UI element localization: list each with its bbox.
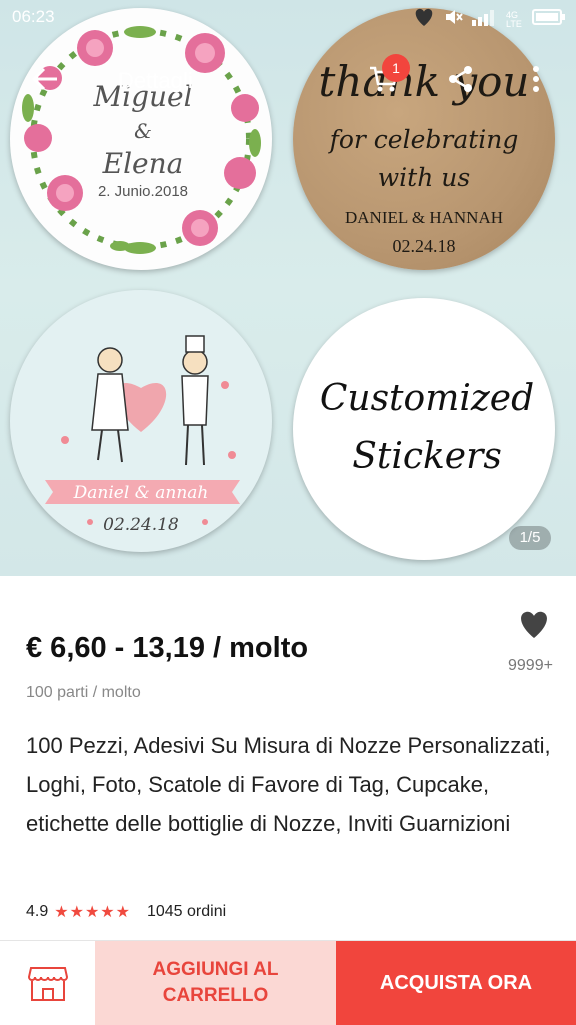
buy-now-label: ACQUISTA ORA <box>379 971 533 994</box>
status-bar: 06:23 4G LTE <box>0 0 576 34</box>
store-button[interactable] <box>0 941 95 1025</box>
sticker-image-customized: Customized Stickers <box>293 298 555 560</box>
wishlist-heart-icon[interactable] <box>516 608 552 645</box>
star-rating-icons: ★★★★★ <box>54 904 131 921</box>
sticker1-name2: Elena <box>102 147 184 180</box>
sticker2-line2: for celebrating <box>328 125 519 154</box>
signal-icon <box>472 8 498 31</box>
status-time: 06:23 <box>12 7 55 26</box>
rating-row[interactable]: 4.9 ★★★★★ 1045 ordini <box>26 902 226 922</box>
network-type-label: 4G LTE <box>506 9 522 29</box>
page-title: Dettagli <box>118 68 193 93</box>
bottom-action-bar: AGGIUNGI AL CARRELLO ACQUISTA ORA <box>0 940 576 1025</box>
sticker4-line1: Customized <box>320 378 534 419</box>
sticker-image-thank-you: thank you for celebrating with us DANIEL… <box>293 8 555 270</box>
top-app-bar: Dettagli 1 <box>0 50 576 110</box>
cart-button[interactable]: 1 <box>368 54 410 99</box>
more-options-icon[interactable] <box>530 64 542 99</box>
product-title: 100 Pezzi, Adesivi Su Misura di Nozze Pe… <box>26 733 551 836</box>
rating-value: 4.9 <box>26 903 49 920</box>
mute-icon <box>444 8 464 31</box>
gallery-page-indicator: 1/5 <box>509 526 551 550</box>
sticker2-names: DANIEL & HANNAH <box>345 208 503 227</box>
sticker-image-floral: Miguel & Elena 2. Junio.2018 <box>10 8 272 270</box>
add-to-cart-label: AGGIUNGI AL CARRELLO <box>152 959 279 1006</box>
wishlist-count: 9999+ <box>508 657 553 674</box>
sticker2-date: 02.24.18 <box>393 236 456 256</box>
cart-badge: 1 <box>382 54 410 82</box>
sticker-image-couple: Daniel & annah 02.24.18 <box>10 290 272 552</box>
back-arrow-icon[interactable] <box>30 64 60 100</box>
sticker3-names: Daniel & annah <box>73 483 209 503</box>
add-to-cart-button[interactable]: AGGIUNGI AL CARRELLO <box>95 941 336 1025</box>
share-icon[interactable] <box>446 64 476 99</box>
sticker1-date: 2. Junio.2018 <box>98 183 188 200</box>
sticker4-line2: Stickers <box>352 436 502 477</box>
buy-now-button[interactable]: ACQUISTA ORA <box>336 941 576 1025</box>
heart-outline-icon <box>412 6 436 33</box>
sticker1-amp: & <box>134 119 152 143</box>
store-icon <box>28 967 68 1001</box>
unit-info: 100 parti / molto <box>26 684 141 701</box>
sticker2-line3: with us <box>378 163 470 192</box>
product-price: € 6,60 - 13,19 / molto <box>26 632 309 664</box>
orders-count: 1045 ordini <box>146 903 227 920</box>
sticker3-date: 02.24.18 <box>103 515 179 535</box>
battery-icon <box>532 8 566 31</box>
